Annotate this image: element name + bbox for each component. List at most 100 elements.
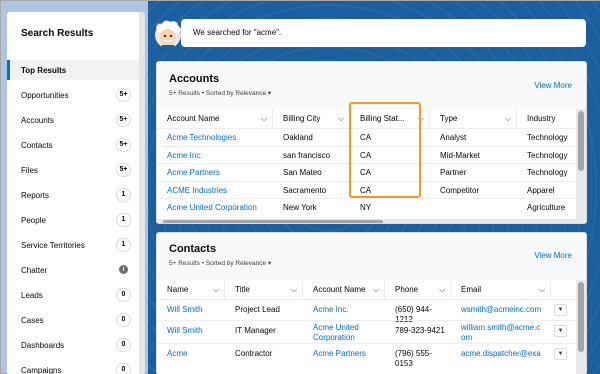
sidebar-item-label: Cases [21, 315, 44, 325]
chevron-down-icon[interactable]: ⌵ [373, 285, 379, 295]
table-cell: New York [283, 203, 317, 212]
sidebar-item-label: Campaigns [21, 365, 62, 374]
sidebar-item-opportunities[interactable]: Opportunities 5+ [7, 85, 145, 105]
sidebar-item-top-results[interactable]: Top Results [7, 60, 145, 80]
column-header-label: Title [235, 285, 250, 294]
sidebar-item-label: Accounts [21, 115, 54, 125]
sidebar-item-label: Opportunities [21, 90, 69, 100]
sidebar-item-label: Service Territories [21, 240, 85, 250]
table-cell: Mid-Market [440, 150, 481, 160]
accounts-vertical-scrollbar[interactable] [576, 109, 586, 223]
table-cell: Oakland [283, 133, 313, 142]
contacts-card: Contacts 5+ Results • Sorted by Relevanc… [156, 232, 587, 374]
contacts-table: Name ⌵ Title ⌵ Account Name ⌵ Phone ⌵ Email ⌵ Wil… [157, 280, 578, 374]
sidebar-item-label: Chatter [21, 265, 48, 275]
table-cell: Competitor [440, 185, 480, 195]
sidebar-item-dashboards[interactable]: Dashboards 0 [7, 335, 145, 355]
account-name-link[interactable]: Acme United Corporation [167, 203, 271, 212]
sidebar-item-contacts[interactable]: Contacts 5+ [7, 135, 145, 155]
row-action-menu-button[interactable]: ▼ [554, 325, 567, 337]
table-cell: 789-323-9421 [395, 326, 445, 335]
email-link[interactable]: william.smith@acme.c om [461, 323, 549, 343]
contact-name-link[interactable]: Will Smith [167, 305, 223, 315]
chevron-down-icon[interactable]: ⌵ [291, 285, 297, 295]
search-banner: We searched for "acme". [181, 19, 586, 47]
chevron-down-icon[interactable]: ⌵ [261, 114, 267, 124]
email-link[interactable]: acme.dispatcher@exa [461, 349, 549, 359]
row-action-menu-button[interactable]: ▼ [554, 304, 567, 316]
column-header-email[interactable]: Email [451, 280, 551, 299]
table-cell: san francisco [283, 150, 331, 160]
sidebar-item-campaigns[interactable]: Campaigns 0 [7, 360, 145, 374]
accounts-horizontal-scroll-thumb[interactable] [163, 220, 383, 223]
contacts-view-more-link[interactable]: View More [534, 251, 572, 260]
account-name-link[interactable]: Acme Partners [313, 349, 383, 359]
table-cell: IT Manager [235, 326, 276, 335]
result-count-badge: 5+ [116, 88, 131, 102]
sidebar-item-label: People [21, 215, 46, 225]
column-header-label: Email [461, 285, 482, 294]
column-header-label: Industry [527, 114, 556, 123]
sidebar-item-label: Files [21, 165, 38, 175]
sidebar-item-chatter[interactable]: Chatter i [7, 260, 145, 280]
column-header-label: Phone [395, 285, 419, 294]
app-frame: Search Results Top Results Opportunities 5… [0, 0, 600, 374]
table-cell: NY [360, 203, 372, 212]
table-cell: Analyst [440, 133, 467, 142]
result-count-badge: 1 [116, 238, 131, 252]
table-cell: Contractor [235, 349, 273, 358]
info-icon: i [119, 265, 128, 274]
accounts-vertical-scroll-thumb[interactable] [578, 111, 584, 171]
result-count-badge: 5+ [116, 138, 131, 152]
account-name-link[interactable]: ACME Industries [167, 186, 271, 195]
column-header-label: Type [440, 114, 458, 123]
sidebar-item-leads[interactable]: Leads 0 [7, 285, 145, 305]
contacts-vertical-scrollbar[interactable] [576, 280, 586, 374]
accounts-horizontal-scrollbar[interactable] [157, 219, 578, 223]
column-header-label: Account Name [167, 114, 220, 123]
sidebar-scrollbar[interactable] [139, 12, 145, 374]
chevron-down-icon[interactable]: ⌵ [505, 114, 511, 124]
result-count-badge: 5+ [116, 113, 131, 127]
email-link[interactable]: wsmith@acmeinc.com [461, 305, 549, 315]
contacts-vertical-scroll-thumb[interactable] [578, 282, 584, 352]
table-cell: Project Lead [235, 305, 280, 314]
einstein-avatar-icon [153, 19, 183, 51]
chevron-down-icon[interactable]: ⌵ [213, 285, 219, 295]
sidebar-item-files[interactable]: Files 5+ [7, 160, 145, 180]
chevron-down-icon[interactable]: ⌵ [439, 285, 445, 295]
sidebar-item-cases[interactable]: Cases 0 [7, 310, 145, 330]
table-cell: San Mateo [283, 168, 322, 177]
search-results-sidebar: Search Results Top Results Opportunities 5… [7, 12, 145, 374]
row-action-menu-button[interactable]: ▼ [554, 348, 567, 360]
table-row: Acme United Corporation New York NY Agricul… [157, 198, 578, 216]
result-count-badge: 5+ [116, 163, 131, 177]
account-name-link[interactable]: Acme Inc. [167, 151, 271, 160]
sidebar-item-label: Dashboards [21, 340, 65, 350]
account-name-link[interactable]: Acme Partners [167, 168, 271, 177]
result-count-badge: 0 [116, 363, 131, 374]
contacts-subtitle[interactable]: 5+ Results • Sorted by Relevance ▾ [169, 259, 271, 267]
account-name-link[interactable]: Acme Technologies [167, 133, 271, 142]
chevron-down-icon[interactable]: ⌵ [539, 285, 545, 295]
result-count-badge: 0 [116, 288, 131, 302]
accounts-subtitle[interactable]: 5+ Results • Sorted by Relevance ▾ [169, 89, 271, 97]
sidebar-item-people[interactable]: People 1 [7, 210, 145, 230]
contact-name-link[interactable]: Will Smith [167, 326, 223, 336]
sidebar-item-service-territories[interactable]: Service Territories 1 [7, 235, 145, 255]
sidebar-item-reports[interactable]: Reports 1 [7, 185, 145, 205]
sidebar-item-label: Contacts [21, 140, 53, 150]
table-cell: (796) 555-0153 [395, 349, 432, 368]
account-name-link[interactable]: Acme United Corporation [313, 323, 383, 343]
accounts-title: Accounts [169, 73, 220, 85]
result-count-badge: 1 [116, 188, 131, 202]
table-cell: Sacramento [283, 185, 327, 195]
sidebar-item-accounts[interactable]: Accounts 5+ [7, 110, 145, 130]
column-header-type[interactable]: Type [430, 109, 517, 128]
contact-name-link[interactable]: Acme [167, 349, 223, 359]
column-header-account-name[interactable]: Account Name [157, 109, 273, 128]
account-name-link[interactable]: Acme Inc. [313, 305, 383, 315]
chevron-down-icon[interactable]: ⌵ [338, 114, 344, 124]
accounts-view-more-link[interactable]: View More [534, 81, 572, 90]
contacts-title: Contacts [169, 243, 217, 255]
